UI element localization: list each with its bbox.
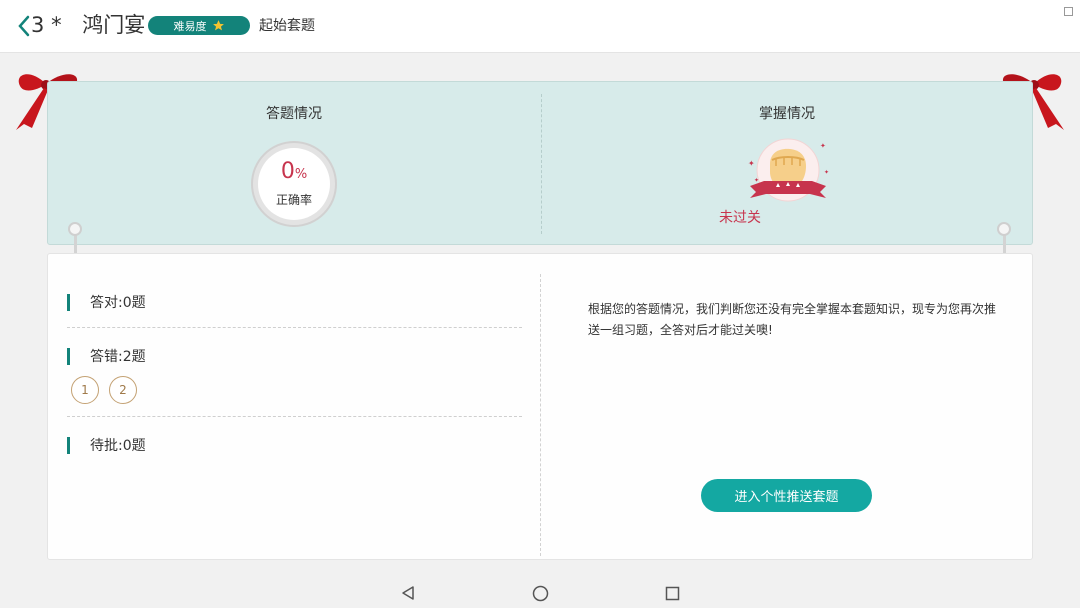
svg-text:✦: ✦ bbox=[754, 177, 759, 184]
accuracy-value: 0% bbox=[280, 159, 308, 184]
pending-count: 待批:0题 bbox=[90, 438, 146, 454]
row-divider bbox=[67, 416, 522, 417]
fist-badge-icon: ✦ ✦ ✦ ✦ bbox=[748, 138, 829, 202]
wrong-count: 答错:2题 bbox=[90, 349, 146, 365]
difficulty-badge: 难易度 bbox=[148, 16, 250, 35]
lesson-title: 鸿门宴 bbox=[82, 13, 146, 37]
pin-icon bbox=[68, 222, 82, 236]
accent-bar bbox=[67, 347, 70, 365]
feedback-message: 根据您的答题情况，我们判断您还没有完全掌握本套题知识，现专为您再次推送一组习题，… bbox=[588, 302, 997, 337]
accuracy-ring: 0% 正确率 bbox=[251, 141, 337, 227]
wrong-question-2[interactable]: 2 bbox=[109, 376, 137, 404]
svg-text:✦: ✦ bbox=[820, 142, 826, 150]
title-star: * bbox=[51, 13, 62, 37]
mastery-status: 未过关 bbox=[719, 210, 761, 226]
square-recents-icon bbox=[665, 586, 679, 600]
accuracy-label: 正确率 bbox=[275, 193, 312, 207]
page-title: 3 * 鸿门宴 bbox=[31, 10, 145, 40]
question-set-number: 3 bbox=[31, 13, 45, 37]
pin-icon bbox=[997, 222, 1011, 236]
answer-summary-title: 答题情况 bbox=[266, 106, 322, 122]
nav-home-button[interactable] bbox=[530, 583, 550, 603]
svg-text:✦: ✦ bbox=[824, 169, 829, 176]
circle-home-icon bbox=[532, 585, 548, 601]
correct-count: 答对:0题 bbox=[90, 295, 146, 311]
accent-bar bbox=[67, 293, 70, 311]
star-icon bbox=[212, 20, 224, 31]
detail-card: 答对:0题 答错:2题 1 2 待批:0题 根据您的答题情况，我们判断您还没有完… bbox=[47, 253, 1033, 560]
row-divider bbox=[67, 327, 522, 328]
triangle-back-icon bbox=[402, 586, 414, 600]
detail-divider bbox=[540, 274, 541, 556]
enter-personalized-set-button[interactable]: 进入个性推送套题 bbox=[701, 479, 872, 512]
summary-card: 答题情况 0% 正确率 掌握情况 ✦ ✦ ✦ ✦ 未过关 bbox=[47, 81, 1033, 245]
accent-bar bbox=[67, 436, 70, 454]
set-type-label: 起始套题 bbox=[259, 18, 315, 34]
chevron-left-icon bbox=[18, 15, 30, 37]
system-nav-bar bbox=[0, 578, 1080, 608]
correct-count-row: 答对:0题 bbox=[67, 292, 146, 312]
top-bar: 3 * 鸿门宴 难易度 起始套题 bbox=[0, 0, 1080, 53]
summary-divider bbox=[541, 94, 542, 234]
status-indicator-icon bbox=[1064, 7, 1073, 16]
nav-back-button[interactable] bbox=[398, 583, 418, 603]
mastery-title: 掌握情况 bbox=[759, 106, 815, 122]
difficulty-label: 难易度 bbox=[173, 19, 207, 33]
nav-recents-button[interactable] bbox=[662, 583, 682, 603]
svg-text:✦: ✦ bbox=[748, 159, 755, 168]
wrong-question-1[interactable]: 1 bbox=[71, 376, 99, 404]
wrong-count-row: 答错:2题 bbox=[67, 346, 146, 366]
pending-count-row: 待批:0题 bbox=[67, 435, 146, 455]
